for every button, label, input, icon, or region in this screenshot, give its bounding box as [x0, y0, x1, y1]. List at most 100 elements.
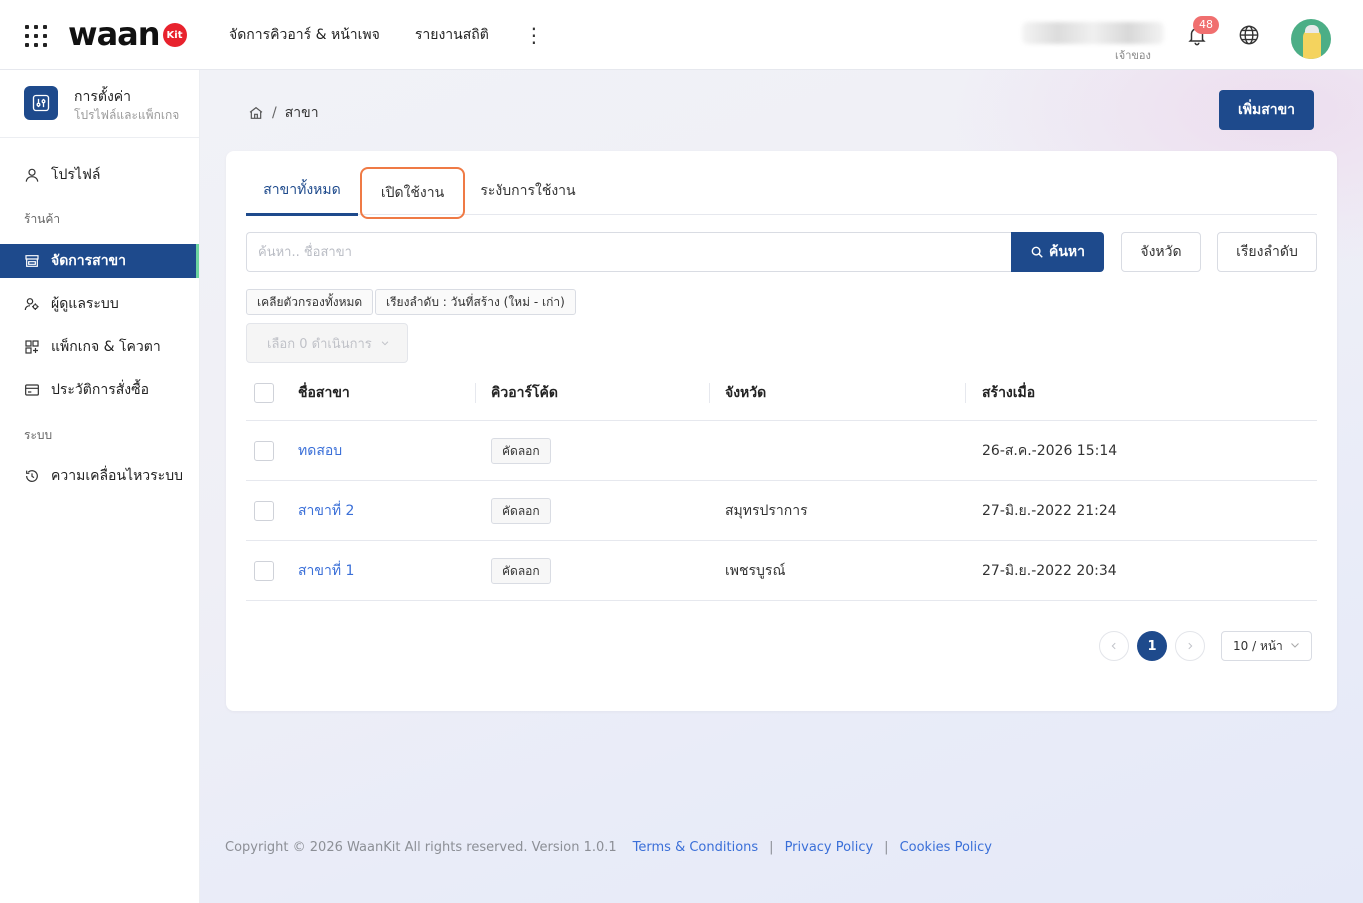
sidebar-item-activity-log[interactable]: ความเคลื่อนไหวระบบ — [0, 459, 199, 493]
sidebar-section-system: ระบบ — [24, 428, 53, 442]
nav-statistics[interactable]: รายงานสถิติ — [415, 24, 489, 46]
logo[interactable]: waan Kit — [68, 14, 187, 54]
footer-separator: | — [769, 840, 774, 855]
column-header-created[interactable]: สร้างเมื่อ — [982, 365, 1035, 421]
column-divider — [965, 383, 966, 403]
search-button[interactable]: ค้นหา — [1011, 232, 1104, 272]
row-checkbox[interactable] — [254, 501, 274, 521]
chevron-right-icon — [1188, 642, 1193, 650]
copy-qr-button[interactable]: คัดลอก — [491, 438, 551, 464]
created-cell: 26-ส.ค.-2026 15:14 — [982, 443, 1118, 459]
users-icon — [24, 298, 39, 311]
sidebar-item-label: ประวัติการสั่งซื้อ — [51, 382, 150, 398]
tab-all-branches[interactable]: สาขาทั้งหมด — [246, 167, 358, 216]
branch-name-link[interactable]: สาขาที่ 2 — [298, 481, 354, 541]
notification-badge: 48 — [1193, 16, 1219, 34]
cookies-link[interactable]: Cookies Policy — [900, 840, 992, 855]
table-row: สาขาที่ 2 คัดลอก สมุทรปราการ 27-มิ.ย.-20… — [246, 481, 1317, 541]
select-all-checkbox[interactable] — [254, 383, 274, 403]
sidebar-item-admins[interactable]: ผู้ดูแลระบบ — [0, 287, 199, 321]
history-icon — [26, 470, 38, 482]
sidebar-item-label: ผู้ดูแลระบบ — [51, 296, 119, 312]
table-row: สาขาที่ 1 คัดลอก เพชรบูรณ์ 27-มิ.ย.-2022… — [246, 541, 1317, 601]
clear-filters-chip[interactable]: เคลียตัวกรองทั้งหมด — [246, 289, 374, 315]
tab-active[interactable]: เปิดใช้งาน — [360, 167, 465, 219]
prev-page-button[interactable] — [1099, 631, 1129, 661]
column-header-name[interactable]: ชื่อสาขา — [298, 365, 350, 421]
sort-button[interactable]: เรียงลำดับ — [1217, 232, 1317, 272]
bulk-action-select[interactable]: เลือก 0 ดำเนินการ — [246, 323, 408, 363]
user-icon — [25, 168, 39, 182]
chevron-down-icon — [1291, 643, 1299, 648]
sidebar-subtitle: โปรไฟล์และแพ็กเกจ — [74, 108, 180, 122]
avatar[interactable] — [1291, 19, 1331, 59]
sidebar-header: การตั้งค่า โปรไฟล์และแพ็กเกจ — [0, 70, 199, 138]
sidebar-item-profile[interactable]: โปรไฟล์ — [0, 158, 199, 192]
branch-name-link[interactable]: ทดสอบ — [298, 421, 342, 481]
breadcrumb-separator: / — [272, 105, 277, 121]
breadcrumb-current: สาขา — [284, 105, 319, 121]
page-size-label: 10 / หน้า — [1233, 638, 1283, 653]
column-header-province[interactable]: จังหวัด — [725, 365, 766, 421]
tab-bar: สาขาทั้งหมด เปิดใช้งาน ระงับการใช้งาน — [246, 167, 1317, 219]
sort-chip[interactable]: เรียงลำดับ : วันที่สร้าง (ใหม่ - เก่า) — [375, 289, 576, 315]
province-filter-button[interactable]: จังหวัด — [1121, 232, 1201, 272]
page-number-current[interactable]: 1 — [1137, 631, 1167, 661]
province-cell: สมุทรปราการ — [725, 503, 808, 519]
table-header: ชื่อสาขา คิวอาร์โค้ด จังหวัด สร้างเมื่อ — [246, 365, 1317, 421]
branches-card: สาขาทั้งหมด เปิดใช้งาน ระงับการใช้งาน ค้… — [226, 151, 1337, 711]
copy-qr-button[interactable]: คัดลอก — [491, 558, 551, 584]
chevron-left-icon — [1111, 642, 1116, 650]
sidebar-section-store: ร้านค้า — [24, 212, 61, 226]
card-icon — [25, 384, 39, 396]
sidebar-item-branches[interactable]: จัดการสาขา — [0, 244, 199, 278]
shop-name-blurred[interactable] — [1022, 22, 1164, 44]
terms-link[interactable]: Terms & Conditions — [633, 840, 759, 855]
logo-badge: Kit — [162, 23, 187, 47]
copy-qr-button[interactable]: คัดลอก — [491, 498, 551, 524]
avatar-figure — [1303, 29, 1321, 59]
column-divider — [475, 383, 476, 403]
page-size-select[interactable]: 10 / หน้า — [1221, 631, 1312, 661]
created-cell: 27-มิ.ย.-2022 20:34 — [982, 563, 1117, 579]
main-content: / สาขา เพิ่มสาขา สาขาทั้งหมด เปิดใช้งาน … — [200, 70, 1363, 903]
row-checkbox[interactable] — [254, 441, 274, 461]
sidebar-item-label: แพ็กเกจ & โควตา — [51, 339, 161, 355]
search-icon — [1031, 246, 1043, 258]
sidebar-item-label: โปรไฟล์ — [51, 167, 101, 183]
privacy-link[interactable]: Privacy Policy — [785, 840, 874, 855]
tab-suspended[interactable]: ระงับการใช้งาน — [476, 167, 580, 215]
footer-separator: | — [884, 840, 889, 855]
sidebar-item-packages[interactable]: แพ็กเกจ & โควตา — [0, 330, 199, 364]
branch-name-link[interactable]: สาขาที่ 1 — [298, 541, 354, 601]
bulk-action-label: เลือก 0 ดำเนินการ — [267, 336, 372, 352]
store-icon — [25, 255, 39, 267]
created-cell: 27-มิ.ย.-2022 21:24 — [982, 503, 1117, 519]
chevron-down-icon — [381, 341, 389, 346]
avatar-cap — [1305, 25, 1319, 33]
sidebar-title: การตั้งค่า — [74, 89, 132, 105]
nav-qr-pages[interactable]: จัดการคิวอาร์ & หน้าเพจ — [229, 24, 380, 46]
search-button-label: ค้นหา — [1048, 244, 1086, 260]
table-row: ทดสอบ คัดลอก 26-ส.ค.-2026 15:14 — [246, 421, 1317, 481]
add-branch-button[interactable]: เพิ่มสาขา — [1219, 90, 1314, 130]
sidebar-item-orders[interactable]: ประวัติการสั่งซื้อ — [0, 373, 199, 407]
row-checkbox[interactable] — [254, 561, 274, 581]
search-input[interactable] — [246, 232, 1012, 272]
breadcrumb: / สาขา — [248, 102, 319, 124]
globe-icon[interactable] — [1238, 24, 1260, 46]
sidebar-item-label: จัดการสาขา — [51, 253, 126, 269]
footer: Copyright © 2026 WaanKit All rights rese… — [225, 840, 992, 855]
app-grid-icon[interactable] — [25, 25, 47, 47]
branches-table: ชื่อสาขา คิวอาร์โค้ด จังหวัด สร้างเมื่อ … — [246, 365, 1317, 601]
package-icon — [25, 340, 39, 354]
column-header-qr[interactable]: คิวอาร์โค้ด — [491, 365, 558, 421]
column-divider — [709, 383, 710, 403]
more-menu-icon[interactable]: ⋮ — [524, 25, 544, 45]
home-icon[interactable] — [248, 105, 264, 121]
next-page-button[interactable] — [1175, 631, 1205, 661]
sidebar: การตั้งค่า โปรไฟล์และแพ็กเกจ โปรไฟล์ ร้า… — [0, 70, 200, 903]
settings-sliders-icon — [24, 86, 58, 120]
top-bar: waan Kit จัดการคิวอาร์ & หน้าเพจ รายงานส… — [0, 0, 1363, 70]
shop-role: เจ้าของ — [1115, 49, 1151, 62]
